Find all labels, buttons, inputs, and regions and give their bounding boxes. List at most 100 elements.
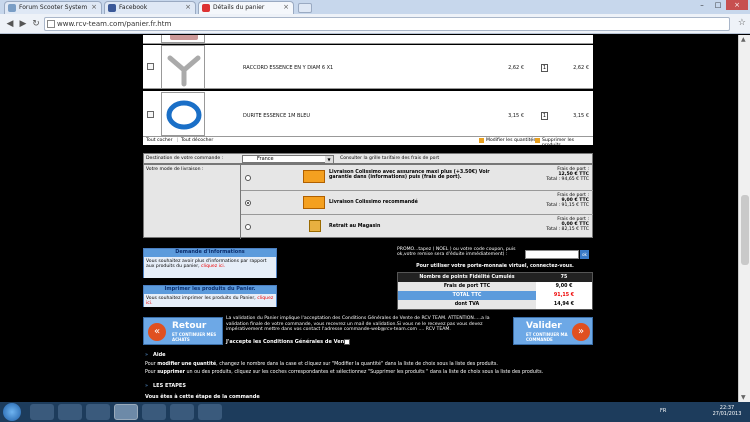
accept-cgv-checkbox[interactable] <box>344 339 350 345</box>
tab-forum[interactable]: Forum Scooter System × <box>4 1 102 14</box>
minimize-icon[interactable]: – <box>694 0 710 10</box>
ie-taskbar-icon[interactable] <box>30 404 54 420</box>
cgv-text: La validation du Panier implique l'accep… <box>226 316 490 333</box>
taskbar: FR 22:37 27/01/2013 <box>0 402 750 422</box>
country-select[interactable]: France ▼ <box>242 155 334 163</box>
help-line-modify: Pour modifier une quantité, changez le n… <box>145 362 498 367</box>
close-icon[interactable]: × <box>185 2 191 13</box>
reload-icon[interactable]: ↻ <box>30 18 42 30</box>
delete-icon <box>535 138 540 143</box>
print-text: Vous souhaitez imprimer les produits du … <box>146 296 256 301</box>
delivery-price-block: Frais de port : 0,00 € TTC Total : 82,15… <box>521 217 589 232</box>
start-button[interactable] <box>3 403 21 421</box>
product-thumbnail[interactable] <box>161 45 205 89</box>
chrome-taskbar-icon[interactable] <box>114 404 138 420</box>
app-taskbar-icon[interactable] <box>198 404 222 420</box>
back-subtitle: ET CONTINUER MES ACHATS <box>172 332 217 342</box>
delivery-option-name: Retrait au Magasin <box>329 224 381 229</box>
delivery-radio[interactable] <box>245 200 251 206</box>
option-total: Total : 82,15 € TTC <box>546 227 589 232</box>
cart-actions-bar: Tout cocher | Tout décocher Modifier les… <box>143 137 593 148</box>
forward-arrow-icon[interactable]: ▶ <box>17 18 29 30</box>
delivery-radio[interactable] <box>245 224 251 230</box>
skype-taskbar-icon[interactable] <box>170 404 194 420</box>
product-thumbnail <box>161 35 205 43</box>
shipping-grid-link[interactable]: Consulter la grille tarifaire des frais … <box>340 156 439 161</box>
edit-icon <box>479 138 484 143</box>
row-checkbox[interactable] <box>147 63 154 70</box>
media-taskbar-icon[interactable] <box>142 404 166 420</box>
back-arrow-icon: « <box>148 323 166 341</box>
tab-label: Détails du panier <box>213 4 265 11</box>
close-icon[interactable]: × <box>91 2 97 13</box>
validate-order-button[interactable]: Valider ET CONTINUER MA COMMANDE » <box>513 317 593 345</box>
scroll-down-icon[interactable]: ▼ <box>741 394 746 401</box>
deselect-all-link[interactable]: Tout décocher <box>181 138 213 143</box>
tab-cart[interactable]: Détails du panier × <box>198 1 294 14</box>
delivery-option-name: Livraison Colissimo avec assurance maxi … <box>329 170 490 180</box>
promo-ok-button[interactable]: ok <box>580 250 589 259</box>
delivery-option: Livraison Colissimo avec assurance maxi … <box>241 165 593 191</box>
order-summary: Nombre de points Fidélité Cumulés 75 Fra… <box>397 272 593 310</box>
info-request-box: Demande d'informations Vous souhaitez av… <box>143 248 277 278</box>
print-title: Imprimer les produits du Panier. <box>144 286 276 294</box>
destination-row: Destination de votre commande : France ▼… <box>143 153 593 164</box>
rcv-favicon-icon <box>202 4 210 12</box>
new-tab-button[interactable] <box>298 3 312 13</box>
remove-products-link[interactable]: Supprimer les produits <box>542 138 593 148</box>
unit-price: 3,15 € <box>508 113 524 119</box>
product-thumbnail[interactable] <box>161 92 205 136</box>
tab-facebook[interactable]: Facebook × <box>104 1 196 14</box>
summary-row: Frais de port TTC 9,00 € <box>398 282 592 291</box>
quantity-input[interactable]: 1 <box>541 64 548 72</box>
clock[interactable]: 22:37 27/01/2013 <box>712 405 742 417</box>
info-request-link[interactable]: cliquez ici. <box>201 264 225 269</box>
chevron-down-icon[interactable]: ▼ <box>325 156 333 163</box>
option-total: Total : 94,65 € TTC <box>546 177 589 182</box>
select-all-link[interactable]: Tout cocher <box>146 138 173 143</box>
back-continue-shopping-button[interactable]: « Retour ET CONTINUER MES ACHATS <box>143 317 223 345</box>
wrench-icon[interactable]: ☆ <box>738 18 746 28</box>
language-indicator[interactable]: FR <box>660 408 666 414</box>
close-icon[interactable]: × <box>283 2 289 13</box>
back-arrow-icon[interactable]: ◀ <box>4 18 16 30</box>
tab-bar: Forum Scooter System × Facebook × Détail… <box>0 0 750 14</box>
line-total: 3,15 € <box>573 113 589 119</box>
destination-label: Destination de votre commande : <box>146 156 224 161</box>
forward-arrow-icon: » <box>572 323 590 341</box>
steps-text: Vous êtes à cette étape de la commande <box>145 394 260 400</box>
close-window-icon[interactable]: × <box>726 0 748 10</box>
blue-hose-icon <box>166 100 202 130</box>
tab-label: Facebook <box>119 4 148 11</box>
maximize-icon[interactable]: □ <box>710 0 726 10</box>
browser-toolbar: ◀ ▶ ↻ www.rcv-team.com/panier.fr.htm ☆ <box>0 14 750 34</box>
bullet-arrow-icon: » <box>145 352 149 358</box>
address-bar[interactable]: www.rcv-team.com/panier.fr.htm <box>44 17 730 31</box>
delivery-option-name: Livraison Colissimo recommandé <box>329 200 418 205</box>
store-box-icon <box>309 220 321 232</box>
cart-row-partial <box>143 35 593 44</box>
y-connector-icon <box>167 55 201 87</box>
product-name[interactable]: RACCORD ESSENCE EN Y DIAM 6 X1 <box>243 65 333 71</box>
folder-taskbar-icon[interactable] <box>58 404 82 420</box>
help-line-delete: Pour supprimer un ou des produits, cliqu… <box>145 370 544 375</box>
delivery-mode-block: Votre mode de livraison : Livraison Coli… <box>143 164 593 239</box>
delivery-option: Retrait au Magasin Frais de port : 0,00 … <box>241 215 593 239</box>
scroll-thumb[interactable] <box>741 195 749 265</box>
modify-quantities-link[interactable]: Modifier les quantités <box>486 138 536 143</box>
paint-taskbar-icon[interactable] <box>86 404 110 420</box>
tab-label: Forum Scooter System <box>19 4 88 11</box>
summary-row: Nombre de points Fidélité Cumulés 75 <box>398 273 592 282</box>
option-total: Total : 91,15 € TTC <box>546 203 589 208</box>
print-box: Imprimer les produits du Panier. Vous so… <box>143 285 277 307</box>
vertical-scrollbar[interactable]: ▲ ▼ <box>738 35 750 402</box>
promo-code-input[interactable] <box>525 250 579 259</box>
summary-row: dont TVA 14,94 € <box>398 300 592 309</box>
page-content: RACCORD ESSENCE EN Y DIAM 6 X1 2,62 € 1 … <box>0 35 738 402</box>
window-controls: – □ × <box>694 0 748 10</box>
delivery-radio[interactable] <box>245 175 251 181</box>
quantity-input[interactable]: 1 <box>541 112 548 120</box>
row-checkbox[interactable] <box>147 111 154 118</box>
scroll-up-icon[interactable]: ▲ <box>741 36 746 43</box>
product-name[interactable]: DURITE ESSENCE 1M BLEU <box>243 113 310 119</box>
